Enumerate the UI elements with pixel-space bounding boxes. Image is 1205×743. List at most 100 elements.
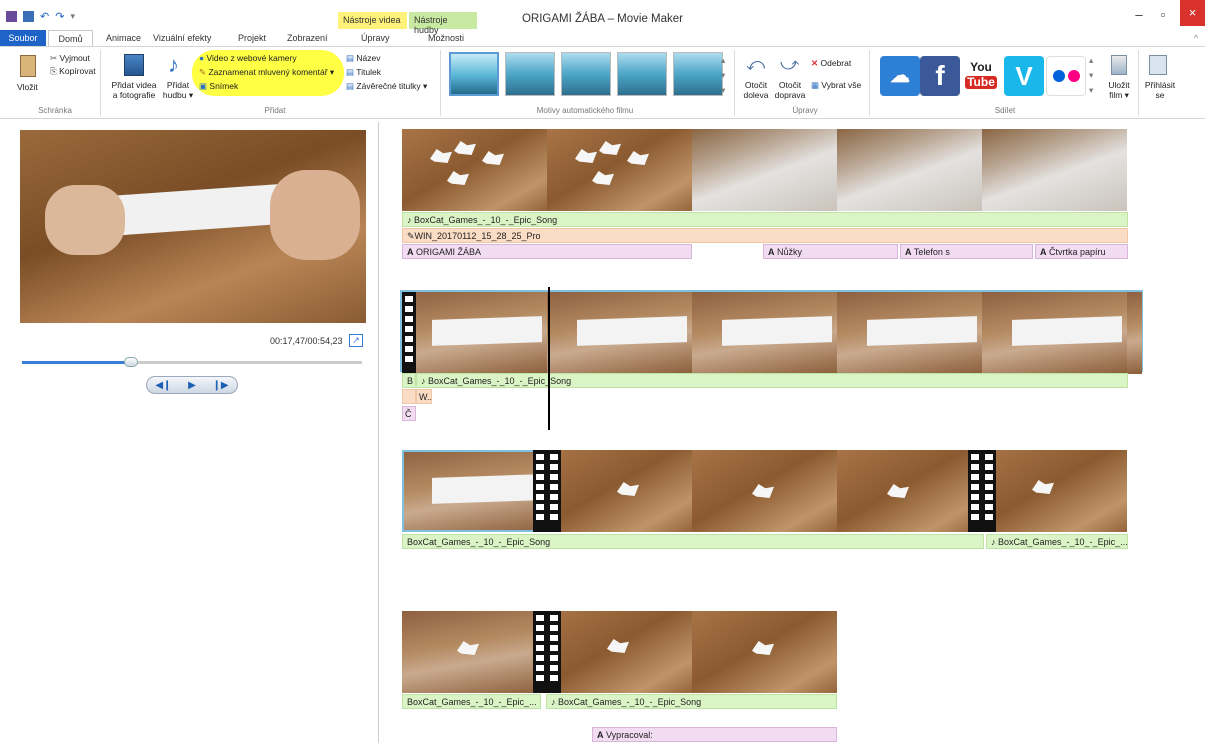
tab-moznosti[interactable]: Možnosti (422, 30, 470, 46)
webcam-video-button[interactable]: ● Video z webové kamery (199, 53, 297, 63)
onedrive-icon[interactable]: ☁ (880, 56, 920, 96)
clip-frame[interactable] (692, 611, 837, 693)
paper-sheet (432, 316, 542, 346)
group-separator (869, 50, 870, 116)
previous-frame-icon[interactable]: ◀❙ (155, 380, 171, 391)
paste-icon[interactable] (20, 55, 36, 77)
clip-frame[interactable] (547, 129, 692, 211)
rotate-left-label-2: doleva (743, 90, 769, 100)
next-frame-icon[interactable]: ❙▶ (213, 380, 229, 391)
gallery-scroll-up-icon[interactable]: ▴ (721, 55, 725, 66)
caption-track[interactable]: Č (402, 406, 416, 421)
clip-frame[interactable] (402, 292, 547, 374)
flickr-icon[interactable] (1046, 56, 1086, 96)
clip-frame[interactable] (547, 450, 692, 532)
credits-button[interactable]: ▤ Závěrečné titulky ▾ (346, 81, 427, 92)
facebook-icon[interactable]: f (920, 56, 960, 96)
record-narration-button[interactable]: ✎ Zaznamenat mluvený komentář ▾ (199, 67, 334, 78)
clip-frame[interactable] (402, 611, 547, 693)
fullscreen-icon[interactable]: ↗ (349, 334, 363, 347)
clip-frame[interactable] (982, 292, 1127, 374)
clip-frame[interactable] (837, 129, 982, 211)
clip-frame[interactable] (692, 129, 837, 211)
theme-thumbnail[interactable] (673, 52, 723, 96)
minimize-button[interactable]: – (1127, 4, 1151, 26)
music-track[interactable]: BoxCat_Games_-_10_-_Epic_Song (402, 534, 984, 549)
clip-frame[interactable] (837, 450, 982, 532)
tab-animace[interactable]: Animace (100, 30, 147, 46)
video-preview[interactable] (20, 130, 366, 323)
theme-thumbnail[interactable] (561, 52, 611, 96)
music-track[interactable]: B (402, 373, 416, 388)
transition-marker (402, 292, 416, 374)
tab-zobrazeni[interactable]: Zobrazení (281, 30, 334, 46)
clip-frame[interactable] (692, 292, 837, 374)
close-button[interactable]: × (1180, 0, 1205, 26)
clip-strip-row-2[interactable] (402, 292, 1142, 374)
clip-frame[interactable] (982, 450, 1127, 532)
title-track[interactable]: A ORIGAMI ŽÁBA (402, 244, 692, 259)
caption-track[interactable]: A Telefon s (900, 244, 1033, 259)
narration-track[interactable] (402, 389, 416, 404)
restore-button[interactable]: ▫ (1151, 4, 1175, 26)
caption-button[interactable]: ▤ Titulek (346, 67, 381, 78)
tab-vizualni-efekty[interactable]: Vizuální efekty (147, 30, 217, 46)
theme-thumbnail[interactable] (505, 52, 555, 96)
youtube-icon[interactable]: You Tube (961, 56, 1001, 96)
caption-track[interactable]: A Čtvrtka papíru (1035, 244, 1128, 259)
gallery-expand-icon[interactable]: ▾ (721, 85, 725, 96)
clip-frame[interactable] (547, 292, 692, 374)
cut-button[interactable]: ✂ Vyjmout (50, 53, 90, 64)
rotate-left-button[interactable]: Otočit doleva (740, 80, 772, 100)
clip-strip-row-4[interactable] (402, 611, 837, 693)
snapshot-button[interactable]: ▣ Snímek (199, 81, 238, 92)
play-icon[interactable]: ▶ (188, 380, 196, 391)
collapse-ribbon-icon[interactable]: ^ (1188, 30, 1204, 46)
clip-strip-row-1[interactable] (402, 129, 1128, 211)
theme-thumbnail[interactable] (449, 52, 499, 96)
vimeo-icon[interactable]: V (1004, 56, 1044, 96)
save-movie-button[interactable]: Uložit film ▾ (1102, 80, 1136, 100)
group-label-add: Přidat (264, 106, 286, 115)
add-videos-photos-button[interactable]: Přidat videa a fotografie (108, 80, 160, 100)
clip-frame[interactable] (837, 292, 982, 374)
music-track[interactable]: ♪ BoxCat_Games_-_10_-_Epic_Song (546, 694, 837, 709)
tab-upravy[interactable]: Úpravy (355, 30, 396, 46)
clip-frame[interactable] (402, 129, 547, 211)
clip-frame[interactable] (1127, 292, 1142, 374)
clip-strip-row-3[interactable] (402, 450, 1128, 532)
remove-button[interactable]: ✕ Odebrat (811, 58, 851, 69)
clip-frame[interactable] (547, 611, 692, 693)
share-scroll-up-icon[interactable]: ▴ (1089, 55, 1093, 66)
seek-bar-thumb[interactable] (123, 357, 138, 367)
select-all-button[interactable]: ▦ Vybrat vše (811, 80, 861, 91)
seek-bar[interactable] (22, 357, 362, 367)
group-label-clipboard: Schránka (38, 106, 72, 115)
rotate-right-button[interactable]: Otočit doprava (772, 80, 808, 100)
playhead[interactable] (548, 287, 550, 430)
copy-button[interactable]: ⎘ Kopírovat (50, 66, 96, 77)
caption-track[interactable]: A Nůžky (763, 244, 898, 259)
add-music-button[interactable]: Přidat hudbu ▾ (158, 80, 198, 100)
paste-button[interactable]: Vložit (17, 82, 38, 92)
clip-frame[interactable] (692, 450, 837, 532)
music-track[interactable]: BoxCat_Games_-_10_-_Epic_... (402, 694, 541, 709)
gallery-scroll-down-icon[interactable]: ▾ (721, 70, 725, 81)
narration-track[interactable]: W... (416, 389, 432, 404)
music-track[interactable]: ♪ BoxCat_Games_-_10_-_Epic_Song (402, 212, 1128, 227)
share-scroll-down-icon[interactable]: ▾ (1089, 70, 1093, 81)
theme-thumbnail[interactable] (617, 52, 667, 96)
pane-divider[interactable] (378, 122, 379, 743)
clip-frame[interactable] (982, 129, 1127, 211)
title-button[interactable]: ▤ Název (346, 53, 381, 64)
narration-track[interactable]: ✎WIN_20170112_15_28_25_Pro (402, 228, 1128, 243)
sign-in-button[interactable]: Přihlásit se (1140, 80, 1180, 100)
share-expand-icon[interactable]: ▾ (1089, 85, 1093, 96)
credits-track[interactable]: A Vypracoval: (592, 727, 837, 742)
clip-frame[interactable] (402, 450, 547, 532)
tab-soubor[interactable]: Soubor (0, 30, 46, 46)
music-track[interactable]: ♪ BoxCat_Games_-_10_-_Epic_... (986, 534, 1128, 549)
tab-projekt[interactable]: Projekt (232, 30, 272, 46)
music-track[interactable]: ♪ BoxCat_Games_-_10_-_Epic_Song (416, 373, 1128, 388)
tab-domu[interactable]: Domů (48, 30, 93, 46)
